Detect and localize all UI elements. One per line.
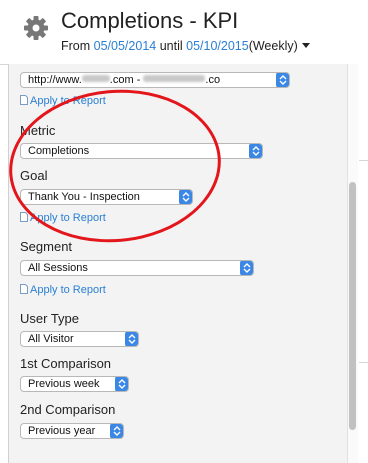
segment-label: Segment bbox=[20, 239, 73, 254]
start-date-link[interactable]: 05/05/2014 bbox=[94, 39, 157, 53]
comparison1-label: 1st Comparison bbox=[20, 356, 112, 371]
comparison2-label: 2nd Comparison bbox=[20, 402, 116, 417]
comparison2-select[interactable]: Previous year bbox=[20, 423, 124, 439]
chevron-updown-icon[interactable] bbox=[276, 73, 289, 87]
apply-to-report-link[interactable]: Apply to Report bbox=[20, 284, 106, 296]
redacted-text bbox=[143, 75, 206, 82]
comparison1-select[interactable]: Previous week bbox=[20, 376, 129, 392]
user-type-label: User Type bbox=[20, 311, 80, 326]
document-icon bbox=[20, 95, 28, 105]
granularity[interactable]: (Weekly) bbox=[249, 39, 298, 53]
header: Completions - KPI From 05/05/2014 until … bbox=[0, 0, 368, 65]
chevron-updown-icon[interactable] bbox=[115, 377, 128, 391]
site-select[interactable]: http://www. .com - .co bbox=[20, 72, 290, 88]
site-select-value: http://www. .com - .co bbox=[28, 74, 221, 86]
end-date-link[interactable]: 05/10/2015 bbox=[186, 39, 249, 53]
user-type-select[interactable]: All Visitor bbox=[20, 331, 139, 347]
chevron-updown-icon[interactable] bbox=[125, 332, 138, 346]
page-title: Completions - KPI bbox=[61, 8, 239, 33]
chevron-updown-icon[interactable] bbox=[110, 424, 123, 438]
range-prefix: From bbox=[61, 39, 91, 53]
gear-icon[interactable] bbox=[22, 14, 50, 42]
range-mid: until bbox=[159, 39, 183, 53]
date-range[interactable]: From 05/05/2014 until 05/10/2015(Weekly) bbox=[61, 39, 310, 53]
document-icon bbox=[20, 212, 28, 222]
divider bbox=[359, 362, 368, 363]
scrollbar-thumb[interactable] bbox=[349, 182, 356, 430]
chevron-updown-icon[interactable] bbox=[240, 261, 253, 275]
kpi-settings-page: Completions - KPI From 05/05/2014 until … bbox=[0, 0, 368, 463]
chevron-updown-icon[interactable] bbox=[249, 144, 262, 158]
document-icon bbox=[20, 284, 28, 294]
caret-down-icon[interactable] bbox=[301, 43, 310, 48]
redacted-text bbox=[81, 75, 110, 82]
divider bbox=[359, 160, 368, 161]
segment-select[interactable]: All Sessions bbox=[20, 260, 254, 276]
